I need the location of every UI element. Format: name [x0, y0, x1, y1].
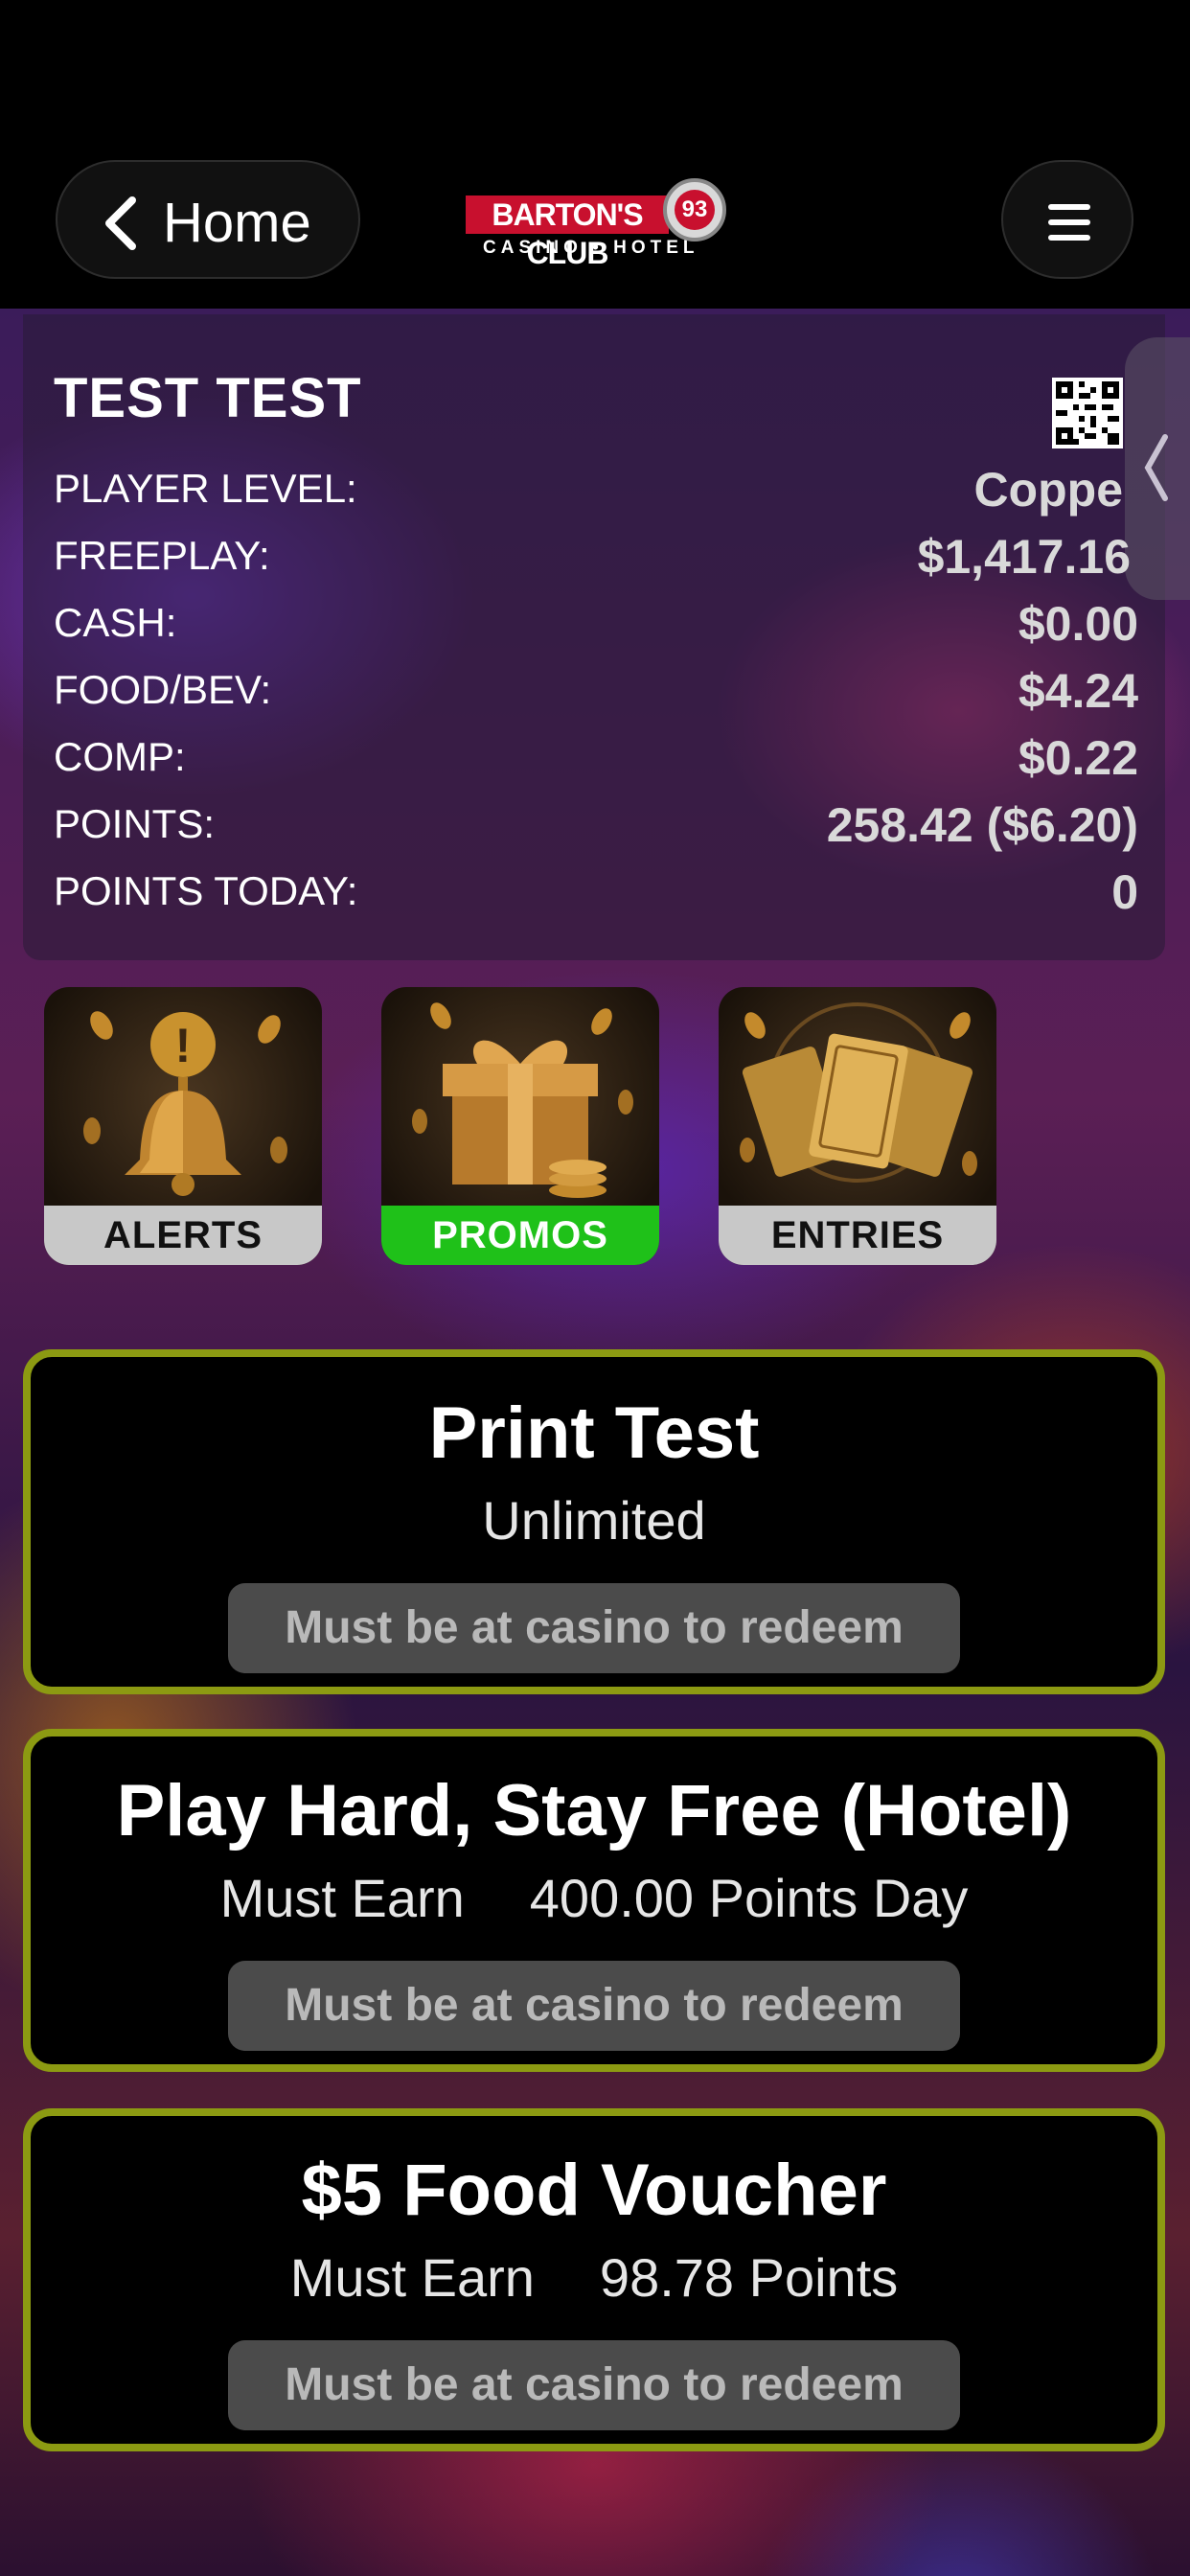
offer-title: Print Test	[428, 1392, 760, 1474]
offer-subtitle: Must Earn 98.78 Points	[289, 2247, 899, 2308]
qr-code-icon[interactable]	[1052, 378, 1123, 448]
redeem-status-button[interactable]: Must be at casino to redeem	[228, 2340, 960, 2430]
home-button[interactable]: Home	[56, 160, 360, 279]
chevron-left-icon	[1144, 434, 1168, 501]
points-today-label: POINTS TODAY:	[54, 868, 358, 913]
freeplay-label: FREEPLAY:	[54, 533, 270, 578]
ticket-icon	[740, 1002, 977, 1183]
logo-wordmark: BARTON'S CLUB	[466, 196, 669, 270]
entries-tile[interactable]: ENTRIES	[719, 987, 996, 1265]
freeplay-value: $1,417.16	[917, 530, 1131, 584]
player-level-value: Coppe	[973, 463, 1123, 517]
redeem-status-button[interactable]: Must be at casino to redeem	[228, 1961, 960, 2051]
player-name: TEST TEST	[54, 367, 362, 429]
food-bev-value: $4.24	[1018, 664, 1138, 718]
points-label: POINTS:	[54, 801, 216, 846]
alerts-tile[interactable]: ! ALERTS	[44, 987, 322, 1265]
bell-icon: !	[83, 1011, 287, 1196]
menu-button[interactable]	[1001, 160, 1133, 279]
points-value: 258.42 ($6.20)	[826, 798, 1138, 852]
offer-title: Play Hard, Stay Free (Hotel)	[116, 1770, 1072, 1852]
promos-tile[interactable]: PROMOS	[381, 987, 659, 1265]
side-drawer-tab[interactable]	[1125, 337, 1190, 600]
logo-tagline: CASINO • HOTEL	[483, 238, 699, 258]
top-header: Home BARTON'S CLUB CASINO • HOTEL 93	[0, 0, 1190, 309]
home-label: Home	[163, 192, 311, 254]
food-bev-label: FOOD/BEV:	[54, 667, 272, 712]
cash-label: CASH:	[54, 600, 177, 645]
entries-label: ENTRIES	[719, 1206, 996, 1265]
comp-value: $0.22	[1018, 731, 1138, 785]
offer-card[interactable]: Play Hard, Stay Free (Hotel) Must Earn 40…	[23, 1729, 1165, 2072]
gift-icon	[412, 1002, 633, 1198]
points-today-value: 0	[1111, 865, 1138, 919]
offer-card[interactable]: Print Test Unlimited Must be at casino t…	[23, 1349, 1165, 1694]
comp-label: COMP:	[54, 734, 186, 779]
svg-text:!: !	[175, 1019, 192, 1072]
offer-subtitle: Must Earn 400.00 Points Day	[219, 1868, 969, 1928]
offer-card[interactable]: $5 Food Voucher Must Earn 98.78 Points Mu…	[23, 2108, 1165, 2451]
cash-value: $0.00	[1018, 597, 1138, 651]
hamburger-icon	[1048, 204, 1090, 250]
brand-logo: BARTON'S CLUB CASINO • HOTEL 93	[466, 178, 730, 270]
alerts-label: ALERTS	[44, 1206, 322, 1265]
logo-badge: 93	[663, 178, 726, 242]
chevron-left-icon	[105, 196, 136, 250]
offer-title: $5 Food Voucher	[301, 2150, 887, 2231]
redeem-status-button[interactable]: Must be at casino to redeem	[228, 1583, 960, 1673]
offer-subtitle: Unlimited	[482, 1490, 706, 1551]
promos-label: PROMOS	[381, 1206, 659, 1265]
player-level-label: PLAYER LEVEL:	[54, 466, 357, 511]
